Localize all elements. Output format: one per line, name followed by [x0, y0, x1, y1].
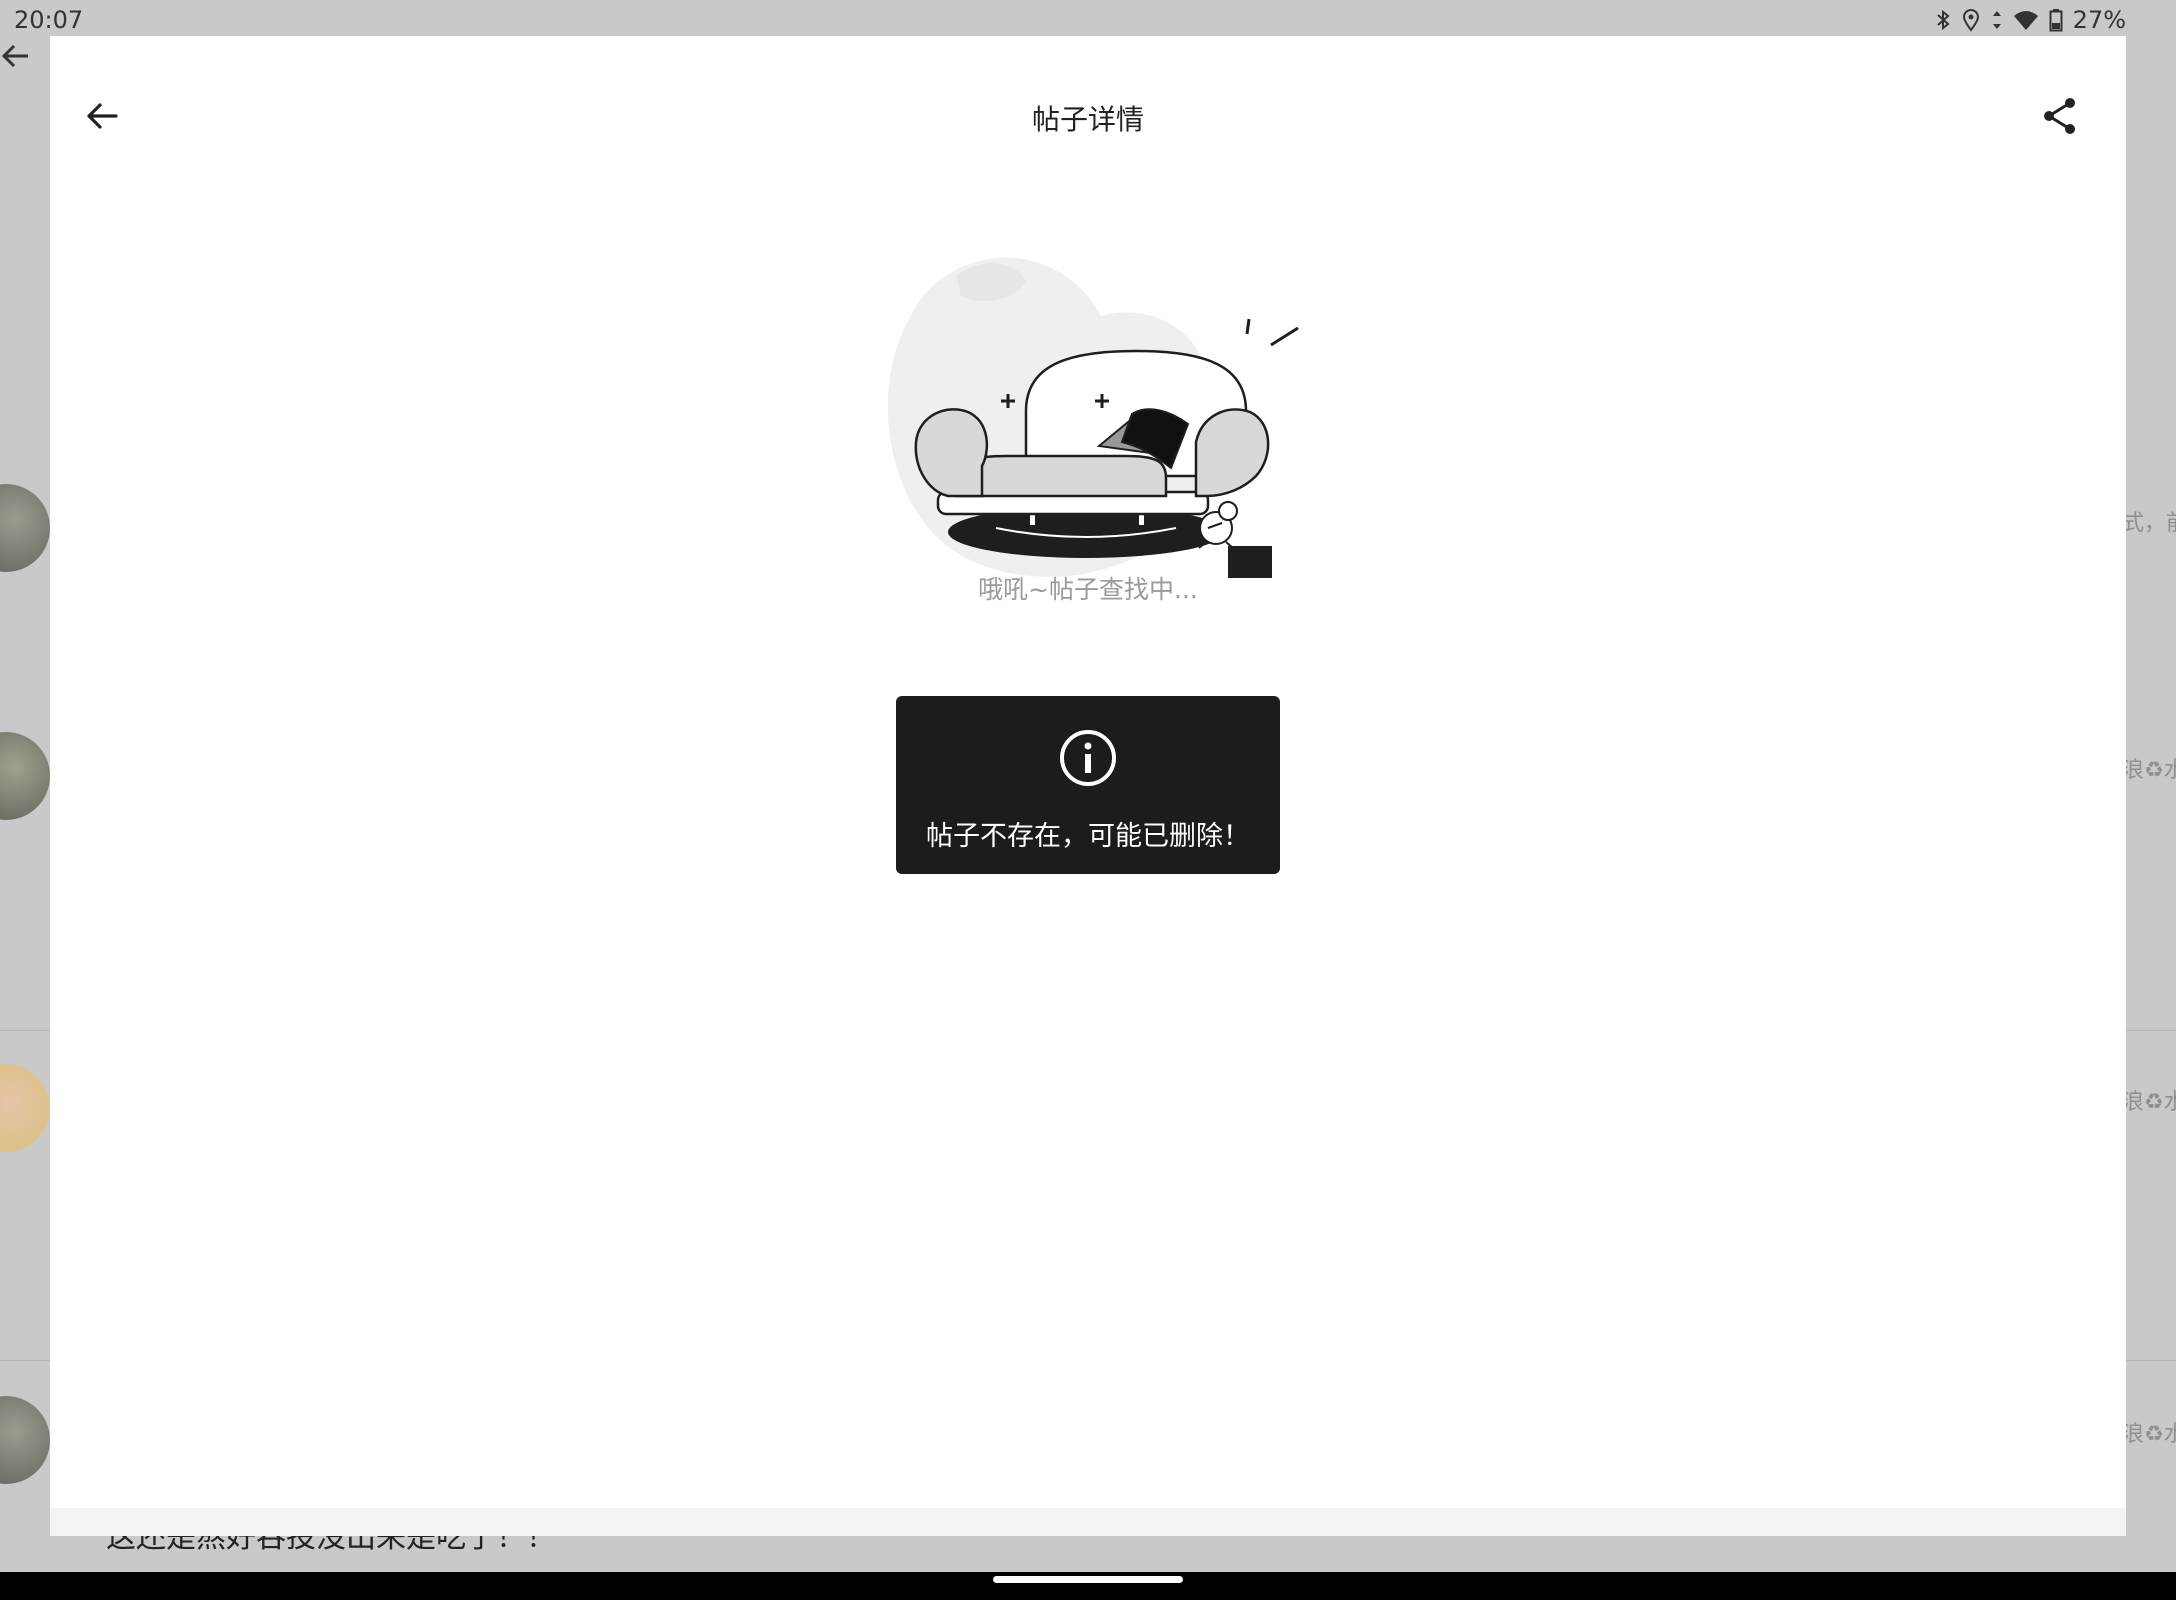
sheet-footer: [50, 1508, 2126, 1536]
error-toast: 帖子不存在，可能已删除！: [896, 696, 1280, 874]
background-side-text: 浪♻水: [2122, 758, 2176, 783]
background-side-text: 式，前: [2122, 511, 2176, 536]
empty-state-text: 哦吼~帖子查找中...: [978, 575, 1198, 604]
background-side-text: 浪♻水: [2122, 1090, 2176, 1115]
bluetooth-icon: [1936, 9, 1950, 31]
battery-percent: 27%: [2072, 6, 2126, 34]
background-avatar: [0, 732, 50, 820]
background-avatar: [0, 1396, 50, 1484]
navigation-bar: [0, 1572, 2176, 1600]
data-arrows-icon: [1992, 11, 2001, 29]
background-side-text: 浪♻水: [2122, 1422, 2176, 1447]
toast-message: 帖子不存在，可能已删除！: [926, 821, 1250, 852]
home-gesture-handle[interactable]: [993, 1576, 1183, 1583]
header: 帖子详情: [50, 36, 2126, 156]
post-detail-sheet: 帖子详情 哦吼~帖子查找中... 帖子不存在，可能已删除！: [50, 36, 2126, 1536]
info-icon: [1060, 730, 1116, 786]
status-bar: 20:07 27%: [0, 0, 2176, 36]
sofa-illustration: [887, 257, 1299, 578]
background-avatar: [0, 484, 50, 572]
status-icons: 27%: [1935, 6, 2126, 34]
battery-icon: [2049, 9, 2063, 32]
location-icon: [1962, 9, 1979, 32]
status-time: 20:07: [14, 6, 84, 34]
background-back-arrow-icon: [1, 44, 28, 68]
wifi-icon: [2013, 11, 2038, 30]
background-avatar: [0, 1064, 50, 1152]
share-icon[interactable]: [2038, 94, 2082, 138]
page-title: 帖子详情: [1031, 103, 1144, 136]
